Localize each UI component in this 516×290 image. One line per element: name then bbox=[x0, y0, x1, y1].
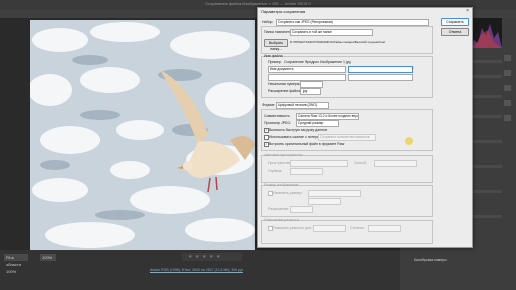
destination-select[interactable]: Сохранить в той же папке bbox=[290, 29, 373, 36]
photo-preview[interactable] bbox=[30, 20, 255, 250]
gear-icon[interactable] bbox=[504, 100, 511, 106]
begin-numbering-input[interactable] bbox=[300, 81, 323, 88]
histogram-icon bbox=[470, 24, 502, 48]
embed-original-label: Встроить оригинальный файл в формате Raw bbox=[269, 142, 345, 146]
resize-title: Размер изображения bbox=[264, 183, 299, 187]
name-field-1[interactable]: Имя документа bbox=[268, 66, 346, 73]
extension-select[interactable]: .jpg bbox=[300, 88, 321, 95]
intent-select[interactable] bbox=[374, 160, 417, 167]
chevron-down-icon[interactable]: ▾ bbox=[412, 66, 414, 70]
resize-value-input[interactable] bbox=[308, 198, 341, 205]
example-label: Пример: bbox=[268, 60, 282, 64]
extension-label: Расширение файла: bbox=[268, 89, 302, 93]
jpeg-preview-select[interactable]: Средний размер bbox=[296, 120, 339, 127]
fast-load-label: Включить быструю загрузку данных bbox=[269, 128, 328, 132]
format-label: Формат: bbox=[262, 103, 276, 107]
cancel-button[interactable]: Отмена bbox=[441, 28, 469, 36]
dialog-title: Параметры сохранения bbox=[261, 9, 306, 14]
preset-label: Набор: bbox=[262, 20, 274, 24]
example-value: Сохранение Фридрих Изображение 1.jpg bbox=[284, 60, 351, 64]
zoom-select[interactable]: Fit в области 100% bbox=[4, 254, 28, 274]
gear-icon[interactable] bbox=[504, 55, 511, 61]
depth-select[interactable] bbox=[290, 168, 323, 175]
name-field-3[interactable] bbox=[268, 74, 346, 81]
lossy-label: Использовать сжатие с потерями: bbox=[269, 135, 325, 139]
intent-label: Способ: bbox=[354, 161, 368, 165]
compat-select[interactable]: Camera Raw 13.2 и более поздних версий bbox=[296, 113, 359, 120]
close-icon[interactable]: × bbox=[466, 8, 469, 14]
preset-select[interactable]: Сохранить как JPEG (Репортажная) bbox=[276, 19, 429, 26]
naming-section-title: Имя файла bbox=[264, 54, 283, 58]
rating-stars[interactable]: ★ ★ ★ ★ ★ bbox=[182, 253, 242, 261]
sharpen-label: Повысить резкость для: bbox=[273, 226, 312, 230]
save-button[interactable]: Сохранить bbox=[441, 18, 469, 26]
space-label: Пространство: bbox=[268, 161, 292, 165]
name-field-2[interactable] bbox=[348, 66, 413, 73]
star-icon[interactable]: ★ bbox=[216, 254, 220, 260]
star-icon[interactable]: ★ bbox=[195, 254, 199, 260]
folder-path: D:\ПРОЕКТЫ\ФОТОМАРАФОН\Тайны Севера\Высо… bbox=[290, 40, 386, 44]
save-options-dialog: Параметры сохранения × Набор: Сохранить … bbox=[257, 7, 473, 248]
sharpen-title: Повышение резкости bbox=[264, 218, 299, 222]
format-select[interactable]: Цифровой негатив (DNG) bbox=[276, 102, 329, 109]
histogram bbox=[470, 18, 502, 48]
panel-item-calibration[interactable]: Калибровка камеры bbox=[414, 258, 447, 262]
workflow-options-link[interactable]: Adobe RGB (1998); 8 бит; 3940 на 2627 (1… bbox=[150, 268, 260, 272]
depth-label: Глубина: bbox=[268, 169, 283, 173]
zoom-value[interactable]: 100% bbox=[40, 254, 56, 261]
sharpen-select[interactable] bbox=[313, 225, 346, 232]
color-space-title: Цветовое пространство bbox=[264, 153, 303, 157]
amount-label: Степень: bbox=[350, 226, 365, 230]
cursor-icon bbox=[404, 136, 414, 147]
star-icon[interactable]: ★ bbox=[209, 254, 213, 260]
amount-select[interactable] bbox=[368, 225, 401, 232]
resize-mode-select[interactable] bbox=[308, 190, 361, 197]
name-field-4[interactable] bbox=[348, 74, 413, 81]
resolution-label: Разрешение: bbox=[268, 207, 290, 211]
gear-icon[interactable] bbox=[504, 70, 511, 76]
gear-icon[interactable] bbox=[504, 115, 511, 121]
compat-label: Совместимость: bbox=[264, 114, 291, 118]
resolution-input[interactable] bbox=[290, 206, 313, 213]
star-icon[interactable]: ★ bbox=[202, 254, 206, 260]
lossy-select[interactable]: Сохранить количество пикселов bbox=[318, 134, 376, 141]
resize-label: Изменить размер: bbox=[273, 191, 303, 195]
bird-on-ice-image bbox=[30, 20, 255, 250]
space-select[interactable] bbox=[290, 160, 348, 167]
window-caption: Сохранение файла Изображение с 105 — Ado… bbox=[205, 1, 311, 6]
jpeg-preview-label: Просмотр JPEG: bbox=[264, 121, 292, 125]
select-folder-button[interactable]: Выбрать папку... bbox=[264, 39, 288, 51]
gear-icon[interactable] bbox=[504, 85, 511, 91]
sharpen-group bbox=[261, 220, 433, 244]
star-icon[interactable]: ★ bbox=[188, 254, 192, 260]
